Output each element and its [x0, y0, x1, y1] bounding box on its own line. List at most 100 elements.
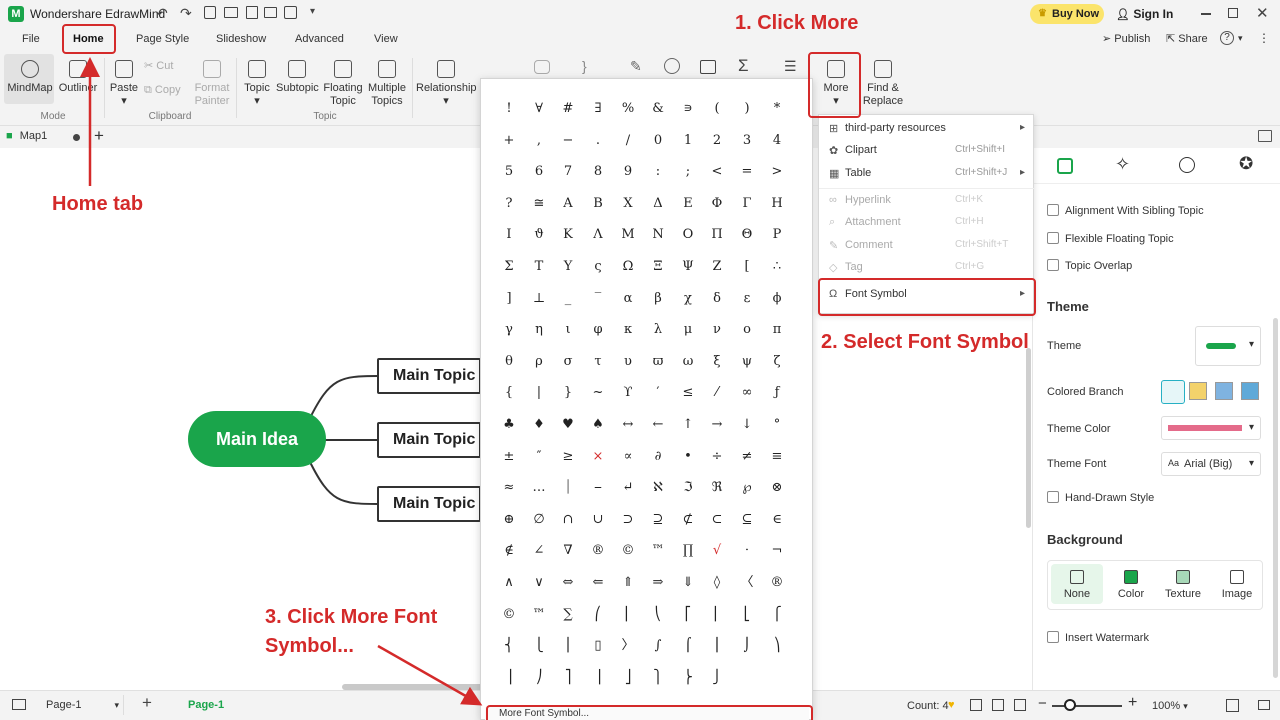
symbol-cell[interactable]: ¬	[762, 537, 792, 565]
symbol-cell[interactable]: ∨	[524, 569, 554, 597]
menu-item-table[interactable]: ▦ Table Ctrl+Shift+J ▸	[819, 163, 1035, 185]
symbol-cell[interactable]: _	[553, 285, 583, 313]
symbol-cell[interactable]: ⌠	[673, 632, 703, 660]
more-options-icon[interactable]: ⋮	[1258, 31, 1270, 45]
buy-now-button[interactable]: ♛ Buy Now	[1030, 4, 1104, 24]
symbol-cell[interactable]: σ	[553, 348, 583, 376]
hand-drawn-checkbox[interactable]: Hand-Drawn Style	[1047, 491, 1154, 504]
symbol-cell[interactable]: ′	[643, 379, 673, 407]
symbol-cell[interactable]: 5	[494, 158, 524, 186]
symbol-cell[interactable]: κ	[613, 316, 643, 344]
symbol-cell[interactable]: ∝	[613, 443, 643, 471]
symbol-cell[interactable]: 〈	[732, 569, 762, 597]
symbol-cell[interactable]: ι	[553, 316, 583, 344]
symbol-cell[interactable]: 1	[673, 127, 703, 155]
symbol-cell[interactable]: ϒ	[613, 379, 643, 407]
outliner-button[interactable]: Outliner	[56, 60, 100, 95]
symbol-cell[interactable]: )	[732, 95, 762, 123]
symbol-cell[interactable]: Π	[702, 221, 732, 249]
symbol-cell[interactable]: Θ	[732, 221, 762, 249]
symbol-cell[interactable]: ↔	[613, 411, 643, 439]
symbol-cell[interactable]: ϖ	[643, 348, 673, 376]
open-folder-icon[interactable]	[224, 7, 238, 18]
symbol-cell[interactable]: ↑	[673, 411, 703, 439]
symbol-cell[interactable]: δ	[702, 285, 732, 313]
symbol-cell[interactable]: #	[553, 95, 583, 123]
subtopic-button[interactable]: Subtopic	[276, 60, 319, 95]
symbol-cell[interactable]: =	[732, 158, 762, 186]
symbol-cell[interactable]: ⎧	[762, 601, 792, 629]
symbol-cell[interactable]: η	[524, 316, 554, 344]
main-topic-node[interactable]: Main Topic	[377, 422, 481, 458]
symbol-cell[interactable]: ⎛	[583, 601, 613, 629]
symbol-cell[interactable]: Τ	[524, 253, 554, 281]
symbol-cell[interactable]: ‾	[583, 285, 613, 313]
symbol-cell[interactable]: ⎦	[613, 664, 643, 692]
page-select[interactable]: Page-1 ▾	[40, 695, 124, 715]
formula-icon[interactable]: Σ	[738, 56, 749, 76]
symbol-cell[interactable]: ς	[583, 253, 613, 281]
sticker-tab-icon[interactable]	[1179, 157, 1195, 173]
fit-page-icon[interactable]	[970, 699, 982, 711]
symbol-cell[interactable]: γ	[494, 316, 524, 344]
symbol-cell[interactable]: [	[732, 253, 762, 281]
tab-page-style[interactable]: Page Style	[136, 33, 189, 45]
focus-mode-icon[interactable]	[1014, 699, 1026, 711]
symbol-cell[interactable]: Η	[762, 190, 792, 218]
symbol-cell[interactable]: ⊃	[613, 506, 643, 534]
quick-access-dropdown-icon[interactable]: ▾	[310, 6, 315, 17]
style-tab-icon[interactable]	[1057, 158, 1073, 174]
symbol-cell[interactable]: 〉	[613, 632, 643, 660]
symbol-cell[interactable]: ∑	[553, 601, 583, 629]
symbol-cell[interactable]: ⎠	[524, 664, 554, 692]
symbol-cell[interactable]: ⊆	[732, 506, 762, 534]
symbol-cell[interactable]: .	[583, 127, 613, 155]
symbol-cell[interactable]: ∞	[732, 379, 762, 407]
symbol-cell[interactable]: %	[613, 95, 643, 123]
symbol-cell[interactable]: ⎭	[702, 664, 732, 692]
symbol-cell[interactable]: ♦	[524, 411, 554, 439]
symbol-cell[interactable]: 7	[553, 158, 583, 186]
symbol-cell[interactable]: …	[524, 474, 554, 502]
help-button[interactable]: ?	[1220, 31, 1234, 45]
menu-item-hyperlink[interactable]: ∞ Hyperlink Ctrl+K	[819, 190, 1035, 212]
background-color-option[interactable]: Color	[1105, 564, 1157, 604]
symbol-cell[interactable]: 3	[732, 127, 762, 155]
symbol-cell[interactable]: >	[762, 158, 792, 186]
alignment-sibling-checkbox[interactable]: Alignment With Sibling Topic	[1047, 204, 1204, 217]
symbol-cell[interactable]: β	[643, 285, 673, 313]
symbol-cell[interactable]: Φ	[702, 190, 732, 218]
symbol-cell[interactable]: !	[494, 95, 524, 123]
badge-tab-icon[interactable]: ✪	[1239, 154, 1253, 174]
symbol-cell[interactable]: ⇑	[613, 569, 643, 597]
symbol-cell[interactable]: ∈	[762, 506, 792, 534]
symbol-cell[interactable]: ƒ	[762, 379, 792, 407]
symbol-cell[interactable]: •	[673, 443, 703, 471]
help-dropdown-icon[interactable]: ▾	[1238, 33, 1243, 44]
theme-dropdown[interactable]: ▾	[1195, 326, 1261, 366]
symbol-cell[interactable]: Ν	[643, 221, 673, 249]
menu-item-third-party-resources[interactable]: ⊞ third-party resources ▸	[819, 118, 1035, 140]
symbol-cell[interactable]: ?	[494, 190, 524, 218]
sticker-icon[interactable]	[664, 58, 680, 74]
symbol-cell[interactable]: Ο	[673, 221, 703, 249]
symbol-cell[interactable]: ⎡	[673, 601, 703, 629]
symbol-cell[interactable]: π	[762, 316, 792, 344]
new-icon[interactable]	[204, 6, 216, 19]
symbol-cell[interactable]: |	[524, 379, 554, 407]
panel-scrollbar[interactable]	[1273, 318, 1278, 678]
symbol-cell[interactable]: ρ	[524, 348, 554, 376]
colored-branch-option[interactable]	[1241, 382, 1259, 400]
symbol-cell[interactable]: Γ	[732, 190, 762, 218]
format-painter-button[interactable]: Format Painter	[192, 60, 232, 108]
symbol-cell[interactable]: ϕ	[762, 285, 792, 313]
symbol-cell[interactable]: Ω	[613, 253, 643, 281]
symbol-cell[interactable]: ⊗	[762, 474, 792, 502]
background-image-option[interactable]: Image	[1211, 564, 1263, 604]
floating-topic-button[interactable]: Floating Topic	[322, 60, 364, 108]
symbol-cell[interactable]: χ	[673, 285, 703, 313]
symbol-cell[interactable]: ∂	[643, 443, 673, 471]
print-icon[interactable]	[264, 7, 277, 18]
save-icon[interactable]	[246, 6, 258, 19]
symbol-cell[interactable]: Ι	[494, 221, 524, 249]
